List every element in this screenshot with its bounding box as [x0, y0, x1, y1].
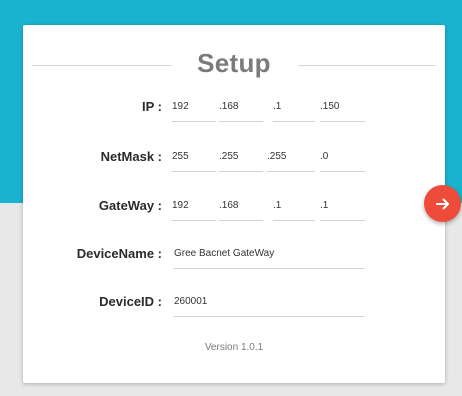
device-id-field[interactable]: 260001 — [174, 291, 364, 317]
ip-octet-1[interactable]: 192 — [172, 96, 216, 122]
device-id-label: DeviceID : — [99, 294, 162, 309]
ip-octet-2[interactable]: .168 — [219, 96, 263, 122]
ip-octet-4[interactable]: .150 — [320, 96, 365, 122]
gateway-row: GateWay : 192 .168 .1 .1 — [23, 195, 445, 225]
ip-octet-3[interactable]: .1 — [273, 96, 315, 122]
gateway-label: GateWay : — [98, 198, 162, 213]
netmask-octet-4[interactable]: .0 — [320, 146, 365, 172]
netmask-label: NetMask : — [100, 149, 162, 164]
netmask-octet-1[interactable]: 255 — [172, 146, 216, 172]
ip-label: IP : — [142, 99, 162, 114]
next-button[interactable] — [424, 185, 461, 222]
netmask-octet-3[interactable]: .255 — [267, 146, 315, 172]
title-row: Setup — [23, 48, 445, 84]
device-id-row: DeviceID : 260001 — [23, 291, 445, 321]
gateway-octet-1[interactable]: 192 — [172, 195, 216, 221]
gateway-octet-4[interactable]: .1 — [320, 195, 365, 221]
version-text: Version 1.0.1 — [204, 342, 264, 353]
netmask-row: NetMask : 255 .255 .255 .0 — [23, 146, 445, 176]
netmask-octet-2[interactable]: .255 — [219, 146, 263, 172]
device-name-row: DeviceName : Gree Bacnet GateWay — [23, 243, 445, 273]
device-name-label: DeviceName : — [76, 246, 162, 261]
gateway-octet-3[interactable]: .1 — [273, 195, 315, 221]
gateway-octet-2[interactable]: .168 — [219, 195, 263, 221]
device-name-field[interactable]: Gree Bacnet GateWay — [174, 243, 364, 269]
ip-row: IP : 192 .168 .1 .150 — [23, 96, 445, 126]
page-title: Setup — [197, 48, 271, 78]
title-divider-right — [298, 65, 436, 66]
arrow-right-icon — [435, 198, 449, 209]
